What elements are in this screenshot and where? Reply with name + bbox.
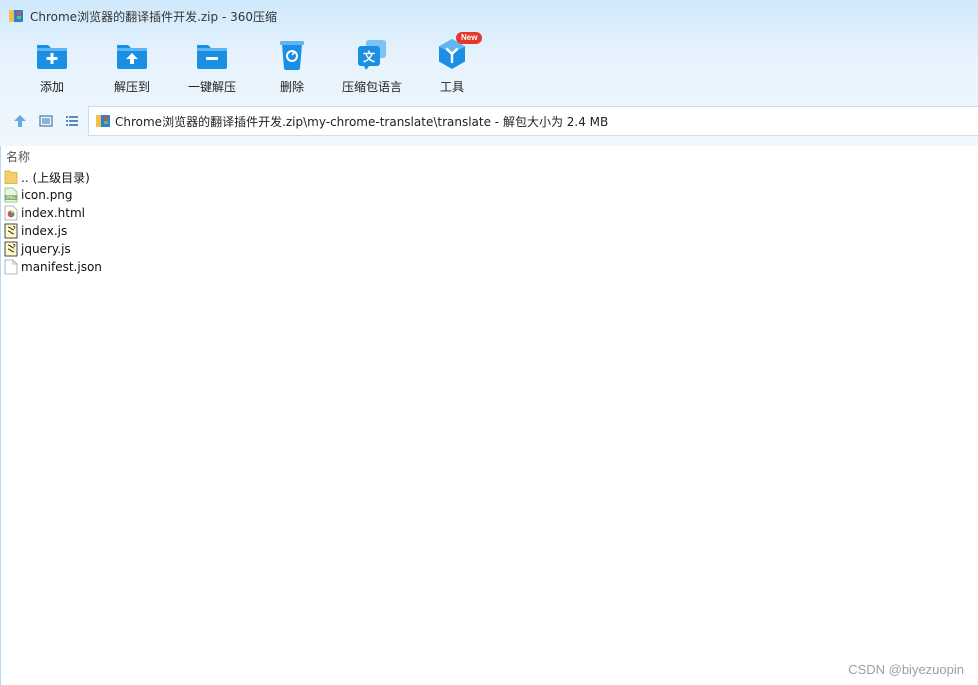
archive-icon	[95, 113, 111, 129]
list-item[interactable]: jquery.js	[0, 240, 978, 258]
tools-button[interactable]: New 工具	[412, 32, 492, 98]
language-icon: 文	[358, 40, 386, 70]
file-name: index.js	[21, 224, 68, 238]
column-header-name[interactable]: 名称	[6, 148, 30, 165]
folder-icon	[4, 170, 18, 184]
extract-to-button[interactable]: 解压到	[92, 36, 172, 98]
folder-oneclick-icon	[197, 45, 227, 69]
one-click-extract-button[interactable]: 一键解压	[172, 36, 252, 98]
thumbnail-view-icon	[39, 115, 53, 127]
folder-extract-icon	[117, 45, 147, 69]
archive-app-icon	[8, 8, 24, 24]
add-label: 添加	[39, 80, 64, 94]
file-list: .. (上级目录) PNG icon.png index.html index.…	[0, 168, 978, 276]
list-item[interactable]: PNG icon.png	[0, 186, 978, 204]
top-area: Chrome浏览器的翻译插件开发.zip - 360压缩 添加 解压到 一键解压…	[0, 0, 978, 146]
toolbar: 添加 解压到 一键解压 删除 文 压缩包语言 New 工具	[12, 32, 492, 98]
html-file-icon	[4, 205, 18, 221]
file-name: manifest.json	[21, 260, 102, 274]
archive-language-label: 压缩包语言	[341, 80, 402, 94]
file-name: .. (上级目录)	[21, 170, 90, 185]
navigation-row: Chrome浏览器的翻译插件开发.zip\my-chrome-translate…	[0, 106, 978, 136]
archive-language-button[interactable]: 文 压缩包语言	[332, 36, 412, 98]
trash-icon	[280, 41, 304, 70]
app-window: Chrome浏览器的翻译插件开发.zip - 360压缩 添加 解压到 一键解压…	[0, 0, 978, 685]
arrow-up-icon	[14, 115, 26, 127]
delete-button[interactable]: 删除	[252, 36, 332, 98]
svg-text:PNG: PNG	[7, 195, 16, 200]
folder-add-icon	[37, 45, 67, 69]
svg-text:文: 文	[363, 49, 376, 64]
file-name: icon.png	[21, 188, 73, 202]
file-name: jquery.js	[21, 242, 71, 256]
new-badge: New	[456, 32, 483, 44]
list-item-parent[interactable]: .. (上级目录)	[0, 168, 978, 186]
add-button[interactable]: 添加	[12, 36, 92, 98]
list-item[interactable]: index.html	[0, 204, 978, 222]
js-file-icon	[4, 223, 18, 239]
json-file-icon	[4, 259, 18, 275]
list-item[interactable]: manifest.json	[0, 258, 978, 276]
js-file-icon	[4, 241, 18, 257]
address-path: Chrome浏览器的翻译插件开发.zip\my-chrome-translate…	[115, 114, 609, 129]
png-file-icon: PNG	[4, 187, 18, 203]
extract-to-label: 解压到	[113, 80, 150, 94]
file-name: index.html	[21, 206, 85, 220]
address-bar[interactable]: Chrome浏览器的翻译插件开发.zip\my-chrome-translate…	[88, 106, 978, 136]
tools-label: 工具	[439, 80, 464, 94]
thumbnail-view-button[interactable]	[34, 109, 58, 133]
one-click-extract-label: 一键解压	[187, 80, 236, 94]
list-view-icon	[66, 116, 78, 126]
list-view-button[interactable]	[60, 109, 84, 133]
watermark: CSDN @biyezuopin	[848, 662, 964, 677]
list-header: 名称	[0, 146, 978, 166]
up-level-button[interactable]	[8, 109, 32, 133]
delete-label: 删除	[279, 80, 304, 94]
title-bar: Chrome浏览器的翻译插件开发.zip - 360压缩	[0, 0, 978, 32]
list-item[interactable]: index.js	[0, 222, 978, 240]
window-title: Chrome浏览器的翻译插件开发.zip - 360压缩	[30, 9, 277, 24]
